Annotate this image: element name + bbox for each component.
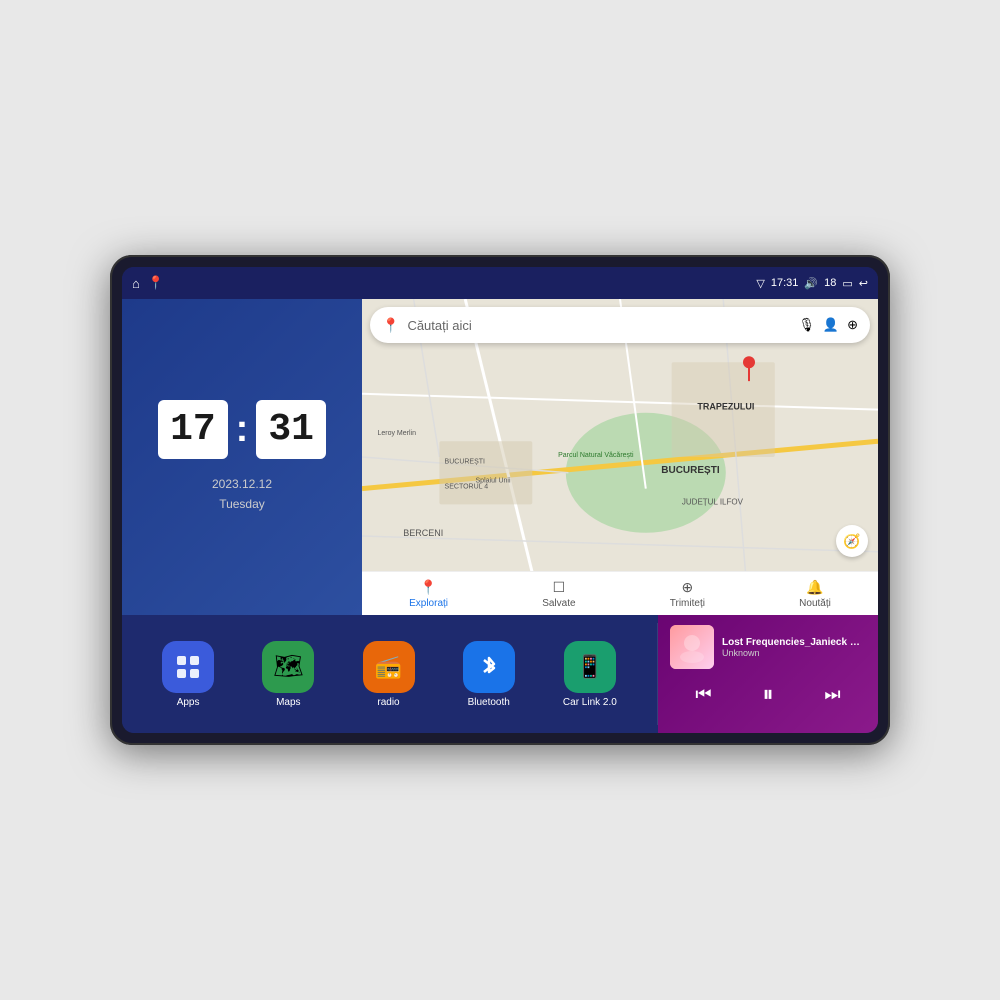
map-tab-explore[interactable]: 📍 Explorați	[409, 579, 448, 609]
apps-section: Apps 🗺 Maps 📻 radio	[122, 615, 657, 733]
battery-level: 18	[824, 277, 836, 289]
music-thumbnail	[670, 625, 714, 669]
bottom-section: Apps 🗺 Maps 📻 radio	[122, 615, 878, 733]
music-player: Lost Frequencies_Janieck Devy-... Unknow…	[658, 615, 878, 733]
maps-label: Maps	[276, 697, 300, 708]
status-bar: ⌂ 📍 ▽ 17:31 🔊 18 ▭ ↩	[122, 267, 878, 299]
app-item-apps[interactable]: Apps	[162, 641, 214, 708]
map-search-text[interactable]: Căutați aici	[407, 318, 790, 333]
news-label: Noutăți	[799, 598, 831, 609]
send-label: Trimiteți	[670, 598, 705, 609]
explore-label: Explorați	[409, 598, 448, 609]
top-section: 17 : 31 2023.12.12 Tuesday	[122, 299, 878, 615]
svg-text:JUDEȚUL ILFOV: JUDEȚUL ILFOV	[682, 497, 744, 506]
map-tab-saved[interactable]: ☐ Salvate	[542, 579, 575, 609]
svg-text:BUCUREȘTI: BUCUREȘTI	[445, 458, 486, 465]
music-top: Lost Frequencies_Janieck Devy-... Unknow…	[670, 625, 866, 669]
clock-minute: 31	[256, 400, 326, 459]
map-tab-send[interactable]: ⊕ Trimiteți	[670, 579, 705, 609]
svg-text:SECTORUL 4: SECTORUL 4	[445, 484, 489, 491]
music-controls: ⏮ ⏸ ⏭	[670, 677, 866, 711]
app-item-carlink[interactable]: 📱 Car Link 2.0	[563, 641, 617, 708]
maps-icon: 🗺	[273, 652, 303, 681]
map-background: TRAPEZULUI BUCUREȘTI JUDEȚUL ILFOV BERCE…	[362, 299, 878, 615]
battery-icon: ▭	[842, 277, 852, 290]
volume-icon: 🔊	[804, 277, 818, 290]
map-section[interactable]: TRAPEZULUI BUCUREȘTI JUDEȚUL ILFOV BERCE…	[362, 299, 878, 615]
next-button[interactable]: ⏭	[820, 680, 844, 709]
music-art	[670, 625, 714, 669]
prev-button[interactable]: ⏮	[691, 680, 715, 709]
radio-icon-bg: 📻	[363, 641, 415, 693]
svg-text:Parcul Natural Văcărești: Parcul Natural Văcărești	[558, 452, 634, 459]
svg-text:BERCENI: BERCENI	[403, 528, 443, 538]
carlink-icon-bg: 📱	[564, 641, 616, 693]
back-icon[interactable]: ↩	[859, 277, 868, 290]
status-bar-right: ▽ 17:31 🔊 18 ▭ ↩	[756, 277, 868, 290]
music-info: Lost Frequencies_Janieck Devy-... Unknow…	[722, 637, 866, 658]
music-title: Lost Frequencies_Janieck Devy-...	[722, 637, 866, 648]
home-icon[interactable]: ⌂	[132, 276, 140, 291]
explore-icon: 📍	[420, 579, 437, 596]
clock-widget: 17 : 31 2023.12.12 Tuesday	[122, 299, 362, 615]
device: ⌂ 📍 ▽ 17:31 🔊 18 ▭ ↩ 17 : 31	[110, 255, 890, 745]
svg-text:BUCUREȘTI: BUCUREȘTI	[661, 465, 720, 476]
status-time: 17:31	[771, 277, 799, 289]
send-icon: ⊕	[681, 579, 693, 596]
radio-icon: 📻	[375, 654, 402, 680]
map-search-actions: 🎙 👤 ⊕	[798, 317, 858, 333]
carlink-label: Car Link 2.0	[563, 697, 617, 708]
bluetooth-icon	[476, 654, 502, 680]
status-bar-left: ⌂ 📍	[132, 275, 164, 291]
carlink-icon: 📱	[576, 654, 603, 680]
clock-display: 17 : 31	[158, 400, 326, 459]
main-content: 17 : 31 2023.12.12 Tuesday	[122, 299, 878, 733]
maps-icon-bg: 🗺	[262, 641, 314, 693]
apps-icon	[174, 653, 202, 681]
svg-text:TRAPEZULUI: TRAPEZULUI	[697, 402, 754, 412]
apps-label: Apps	[177, 697, 200, 708]
app-item-radio[interactable]: 📻 radio	[363, 641, 415, 708]
news-icon: 🔔	[806, 579, 823, 596]
bluetooth-icon-bg	[463, 641, 515, 693]
google-maps-logo: 📍	[382, 317, 399, 334]
map-bottom-bar: 📍 Explorați ☐ Salvate ⊕ Trimiteți	[362, 571, 878, 615]
music-artist: Unknown	[722, 648, 866, 658]
svg-text:Leroy Merlin: Leroy Merlin	[377, 430, 416, 437]
clock-hour: 17	[158, 400, 228, 459]
map-search-bar[interactable]: 📍 Căutați aici 🎙 👤 ⊕	[370, 307, 870, 343]
account-icon[interactable]: 👤	[823, 317, 839, 333]
maps-pin-icon[interactable]: 📍	[148, 275, 164, 291]
signal-icon: ▽	[756, 277, 764, 290]
app-item-maps[interactable]: 🗺 Maps	[262, 641, 314, 708]
mic-icon[interactable]: 🎙	[798, 317, 815, 333]
compass-button[interactable]: 🧭	[836, 525, 868, 557]
map-tab-news[interactable]: 🔔 Noutăți	[799, 579, 831, 609]
saved-icon: ☐	[553, 579, 566, 596]
play-pause-button[interactable]: ⏸	[758, 677, 777, 711]
clock-colon: :	[236, 400, 249, 459]
screen: ⌂ 📍 ▽ 17:31 🔊 18 ▭ ↩ 17 : 31	[122, 267, 878, 733]
clock-date: 2023.12.12 Tuesday	[212, 475, 272, 513]
radio-label: radio	[377, 697, 399, 708]
layers-icon[interactable]: ⊕	[847, 317, 858, 333]
bluetooth-label: Bluetooth	[468, 697, 510, 708]
app-item-bluetooth[interactable]: Bluetooth	[463, 641, 515, 708]
map-svg: TRAPEZULUI BUCUREȘTI JUDEȚUL ILFOV BERCE…	[362, 299, 878, 615]
apps-icon-bg	[162, 641, 214, 693]
saved-label: Salvate	[542, 598, 575, 609]
